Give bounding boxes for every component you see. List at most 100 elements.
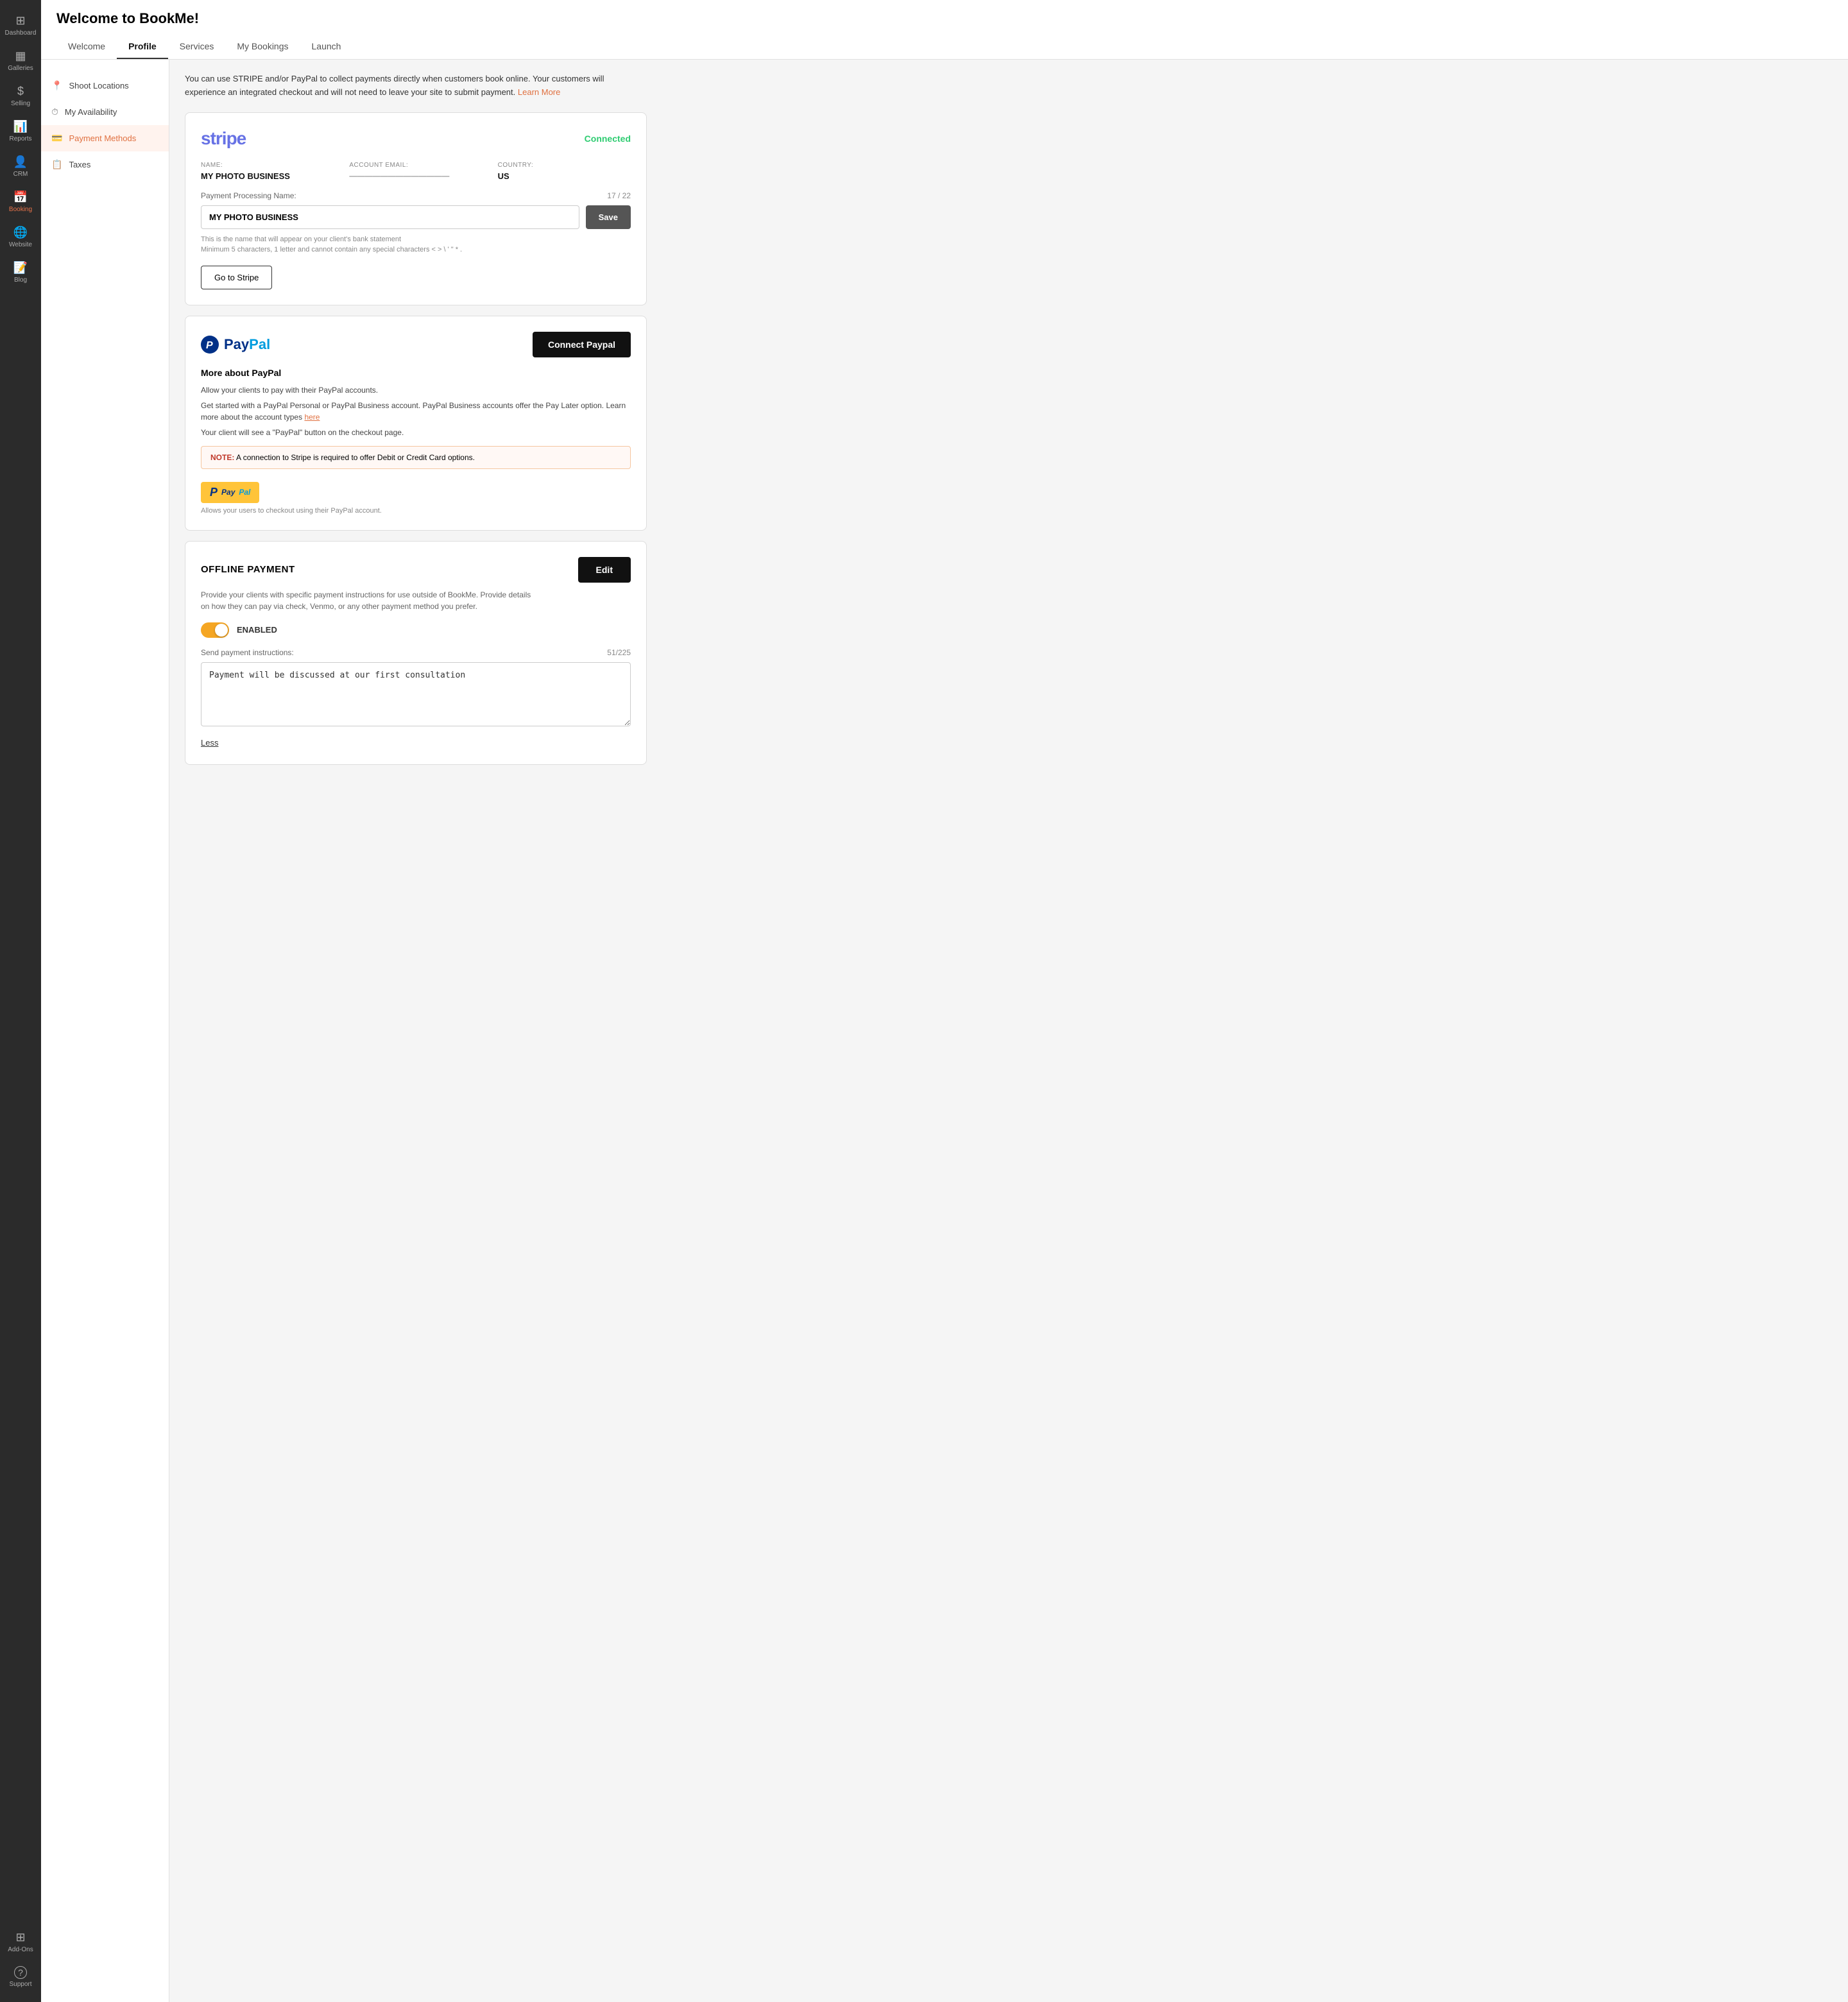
paypal-icon: P	[201, 336, 219, 354]
sidebar-item-label: Blog	[14, 277, 27, 284]
learn-more-link[interactable]: Learn More	[518, 87, 560, 97]
connect-paypal-button[interactable]: Connect Paypal	[533, 332, 631, 357]
paypal-note-box: NOTE: A connection to Stripe is required…	[201, 446, 631, 469]
paypal-button-preview-area: P PayPal Allows your users to checkout u…	[201, 477, 631, 515]
paypal-text: PayPal	[224, 336, 270, 353]
sidebar-item-selling[interactable]: $ Selling	[0, 78, 41, 114]
paypal-desc-2: Get started with a PayPal Personal or Pa…	[201, 400, 631, 423]
edit-button[interactable]: Edit	[578, 557, 631, 583]
stripe-country-label: Country:	[498, 162, 631, 169]
nav-item-taxes[interactable]: 📋 Taxes	[41, 151, 169, 178]
paypal-here-link[interactable]: here	[304, 413, 320, 422]
paypal-logo: P PayPal	[201, 336, 270, 354]
instructions-row: Send payment instructions: 51/225	[201, 648, 631, 657]
right-content: You can use STRIPE and/or PayPal to coll…	[169, 60, 1848, 2002]
main-content: Welcome to BookMe! Welcome Profile Servi…	[41, 0, 1848, 2002]
toggle-row: ENABLED	[201, 622, 631, 638]
shoot-locations-icon: 📍	[51, 80, 62, 91]
paypal-checkout-button: P PayPal	[201, 482, 259, 503]
tab-my-bookings[interactable]: My Bookings	[225, 35, 300, 59]
support-icon: ?	[14, 1966, 27, 1979]
offline-payment-card: OFFLINE PAYMENT Edit Provide your client…	[185, 541, 647, 765]
stripe-email-label: Account email:	[349, 162, 482, 169]
tab-profile[interactable]: Profile	[117, 35, 168, 59]
sidebar-item-galleries[interactable]: ▦ Galleries	[0, 43, 41, 78]
stripe-logo: stripe	[201, 128, 246, 149]
paypal-subtitle: More about PayPal	[201, 368, 631, 378]
sidebar-item-label: Selling	[11, 100, 30, 107]
sidebar-item-support[interactable]: ? Support	[0, 1960, 41, 1994]
stripe-fields: NAME: MY PHOTO BUSINESS Account email: —…	[201, 162, 631, 181]
sidebar: ⊞ Dashboard ▦ Galleries $ Selling 📊 Repo…	[0, 0, 41, 2002]
offline-title: OFFLINE PAYMENT	[201, 564, 295, 575]
paypal-card: P PayPal Connect Paypal More about PayPa…	[185, 316, 647, 531]
processing-char-count: 17 / 22	[607, 191, 631, 200]
crm-icon: 👤	[13, 155, 28, 169]
processing-name-label: Payment Processing Name:	[201, 191, 296, 200]
sidebar-item-label: Website	[9, 241, 32, 248]
nav-item-label: My Availability	[65, 107, 117, 117]
sidebar-item-website[interactable]: 🌐 Website	[0, 219, 41, 255]
paypal-checkout-note: Allows your users to checkout using thei…	[201, 507, 631, 515]
enabled-toggle[interactable]	[201, 622, 229, 638]
svg-text:P: P	[206, 340, 213, 351]
instructions-char-count: 51/225	[607, 648, 631, 657]
sidebar-item-label: Dashboard	[5, 30, 37, 37]
payment-methods-icon: 💳	[51, 133, 62, 144]
stripe-header: stripe Connected	[201, 128, 631, 149]
sidebar-item-addons[interactable]: ⊞ Add-Ons	[0, 1924, 41, 1960]
sidebar-item-blog[interactable]: 📝 Blog	[0, 255, 41, 290]
stripe-name-value: MY PHOTO BUSINESS	[201, 171, 334, 181]
stripe-email-field: Account email: —————————————	[349, 162, 482, 181]
sidebar-item-label: Reports	[9, 135, 31, 142]
processing-name-row: Payment Processing Name: 17 / 22	[201, 191, 631, 200]
instructions-textarea[interactable]: Payment will be discussed at our first c…	[201, 662, 631, 726]
nav-item-label: Payment Methods	[69, 133, 136, 143]
stripe-name-label: NAME:	[201, 162, 334, 169]
note-label: NOTE:	[210, 453, 234, 462]
intro-text: You can use STRIPE and/or PayPal to coll…	[185, 73, 634, 99]
instructions-label: Send payment instructions:	[201, 648, 294, 657]
taxes-icon: 📋	[51, 159, 62, 170]
nav-item-label: Taxes	[69, 160, 90, 169]
sidebar-item-label: Support	[9, 1981, 31, 1988]
tab-services[interactable]: Services	[168, 35, 226, 59]
sidebar-item-dashboard[interactable]: ⊞ Dashboard	[0, 8, 41, 43]
sidebar-item-booking[interactable]: 📅 Booking	[0, 184, 41, 219]
paypal-desc-3: Your client will see a "PayPal" button o…	[201, 427, 631, 438]
toggle-label: ENABLED	[237, 625, 277, 635]
stripe-country-field: Country: US	[498, 162, 631, 181]
header: Welcome to BookMe! Welcome Profile Servi…	[41, 0, 1848, 60]
tab-welcome[interactable]: Welcome	[56, 35, 117, 59]
offline-header: OFFLINE PAYMENT Edit	[201, 557, 631, 583]
addons-icon: ⊞	[15, 1931, 25, 1944]
nav-tabs: Welcome Profile Services My Bookings Lau…	[56, 35, 1833, 59]
availability-icon: ⏱	[51, 107, 58, 117]
nav-item-my-availability[interactable]: ⏱ My Availability	[41, 99, 169, 125]
sidebar-item-crm[interactable]: 👤 CRM	[0, 149, 41, 184]
tab-launch[interactable]: Launch	[300, 35, 353, 59]
sidebar-item-label: CRM	[13, 171, 28, 178]
nav-item-payment-methods[interactable]: 💳 Payment Methods	[41, 125, 169, 151]
offline-desc: Provide your clients with specific payme…	[201, 589, 535, 612]
website-icon: 🌐	[13, 226, 28, 239]
save-button[interactable]: Save	[586, 205, 631, 229]
sidebar-item-reports[interactable]: 📊 Reports	[0, 114, 41, 149]
galleries-icon: ▦	[15, 49, 26, 63]
reports-icon: 📊	[13, 120, 28, 133]
booking-icon: 📅	[13, 191, 28, 204]
stripe-card: stripe Connected NAME: MY PHOTO BUSINESS…	[185, 112, 647, 305]
paypal-header: P PayPal Connect Paypal	[201, 332, 631, 357]
nav-item-label: Shoot Locations	[69, 81, 128, 90]
stripe-connected-badge: Connected	[585, 133, 631, 144]
stripe-name-field: NAME: MY PHOTO BUSINESS	[201, 162, 334, 181]
less-link[interactable]: Less	[201, 738, 218, 748]
content-area: 📍 Shoot Locations ⏱ My Availability 💳 Pa…	[41, 60, 1848, 2002]
nav-item-shoot-locations[interactable]: 📍 Shoot Locations	[41, 73, 169, 99]
processing-name-input[interactable]	[201, 205, 579, 229]
sidebar-item-label: Add-Ons	[8, 1946, 33, 1953]
stripe-country-value: US	[498, 171, 631, 181]
left-nav: 📍 Shoot Locations ⏱ My Availability 💳 Pa…	[41, 60, 169, 2002]
go-to-stripe-button[interactable]: Go to Stripe	[201, 266, 272, 289]
blog-icon: 📝	[13, 261, 28, 275]
